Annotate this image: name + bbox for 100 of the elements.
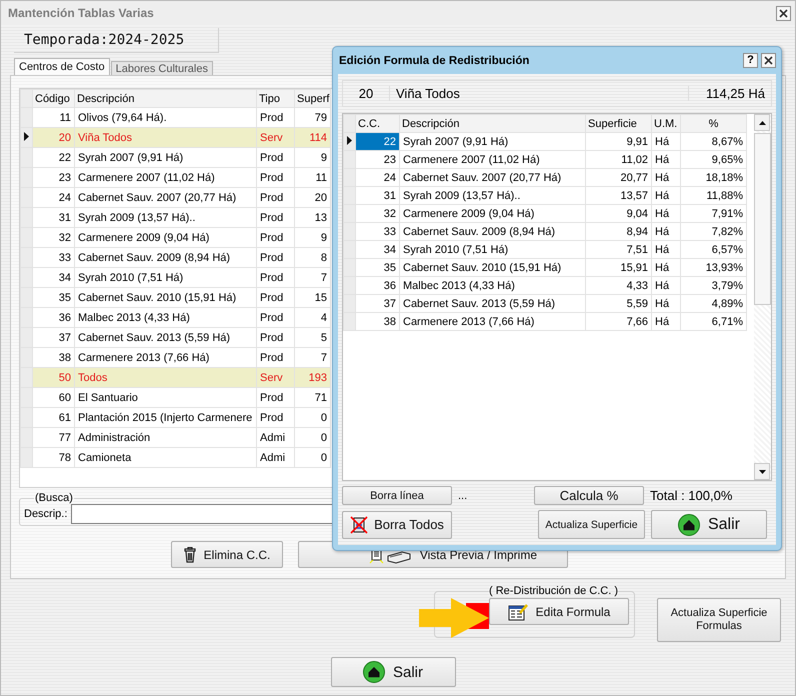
scroll-thumb[interactable] — [754, 133, 771, 305]
close-button[interactable] — [761, 53, 776, 68]
field-label: Descrip.: — [24, 508, 68, 520]
table-cell: Syrah 2007 (9,91 Há) — [74, 148, 256, 168]
column-header[interactable]: Código — [32, 90, 74, 108]
table-cell: 0 — [294, 448, 330, 468]
column-header[interactable]: U.M. — [652, 114, 680, 132]
table-cell: 38 — [356, 312, 400, 330]
table-cell: 23 — [356, 150, 400, 168]
column-header[interactable]: Superficie — [586, 114, 652, 132]
delete-button[interactable]: Elimina C.C. — [171, 541, 283, 568]
down-arrow-icon — [758, 470, 766, 474]
table-cell: 36 — [32, 308, 74, 328]
close-button[interactable] — [776, 6, 791, 20]
help-button[interactable]: ? — [743, 53, 758, 68]
table-row[interactable]: 34 Syrah 2010 (7,51 Há) Prod 7 — [20, 268, 330, 288]
table-cell: 7,82% — [680, 222, 746, 240]
table-row[interactable]: 77 Administración Admi 0 — [20, 428, 330, 448]
table-cell: Plantación 2015 (Injerto Carmenere — [74, 408, 256, 428]
exit-button[interactable]: Salir — [330, 657, 456, 687]
delete-line-button[interactable]: Borra línea — [342, 486, 452, 505]
delete-all-button[interactable]: Borra Todos — [342, 510, 452, 538]
table-cell: 9,65% — [680, 150, 746, 168]
table-row[interactable]: 11 Olivos (79,64 Há). Prod 79 — [20, 108, 330, 128]
table-cell: Prod — [256, 328, 294, 348]
table-cell: 79 — [294, 108, 330, 128]
table-cell: 3,79% — [680, 276, 746, 294]
table-cell: Cabernet Sauv. 2010 (15,91 Há) — [400, 258, 586, 276]
column-header[interactable]: % — [680, 114, 746, 132]
table-cell: Cabernet Sauv. 2013 (5,59 Há) — [400, 294, 586, 312]
update-area-button[interactable]: Actualiza Superficie — [538, 510, 645, 539]
table-cell: Admi — [256, 428, 294, 448]
table-cell: Carmenere 2013 (7,66 Há) — [400, 312, 586, 330]
row-header[interactable] — [20, 128, 32, 148]
table-cell: Malbec 2013 (4,33 Há) — [74, 308, 256, 328]
table-cell: Administración — [74, 428, 256, 448]
table-row[interactable]: 20 Viña Todos Serv 114 — [20, 128, 330, 148]
table-row[interactable]: 78 Camioneta Admi 0 — [20, 448, 330, 468]
scroll-up-button[interactable] — [754, 114, 770, 131]
table-cell: 114 — [294, 128, 330, 148]
table-cell: 18,18% — [680, 168, 746, 186]
edit-formula-button[interactable]: Edita Formula — [489, 598, 629, 625]
tab[interactable]: Labores Culturales — [110, 61, 213, 75]
table-cell: 50 — [32, 368, 74, 388]
group-title: (Busca) — [34, 492, 74, 504]
column-header[interactable]: Tipo — [256, 90, 294, 108]
table-cell: Há — [652, 294, 680, 312]
row-pointer-icon — [347, 136, 352, 144]
table-row[interactable]: 22 Syrah 2007 (9,91 Há) Prod 9 — [20, 148, 330, 168]
table-cell: 38 — [32, 348, 74, 368]
table-cell: Há — [652, 132, 680, 150]
table-cell: 15 — [294, 288, 330, 308]
table-cell: Há — [652, 258, 680, 276]
calculate-button[interactable]: Calcula % — [534, 486, 644, 505]
table-cell: 9,04 — [586, 204, 652, 222]
column-header[interactable]: Descripción — [400, 114, 586, 132]
table-cell: Serv — [256, 368, 294, 388]
scroll-down-button[interactable] — [754, 463, 770, 480]
column-header[interactable]: C.C. — [356, 114, 400, 132]
table-cell: Prod — [256, 168, 294, 188]
table-row[interactable]: 36 Malbec 2013 (4,33 Há) Prod 4 — [20, 308, 330, 328]
pointer-arrow-drawing — [419, 598, 490, 638]
table-cell: Cabernet Sauv. 2013 (5,59 Há) — [74, 328, 256, 348]
table-cell: 7,66 — [586, 312, 652, 330]
table-row[interactable]: 60 El Santuario Prod 71 — [20, 388, 330, 408]
table-row[interactable]: 61 Plantación 2015 (Injerto Carmenere Prod 0 — [20, 408, 330, 428]
table-row[interactable]: 37 Cabernet Sauv. 2013 (5,59 Há) Prod 5 — [20, 328, 330, 348]
table-cell: 22 — [32, 148, 74, 168]
scrollbar[interactable] — [754, 114, 771, 480]
table-cell: 6,71% — [680, 312, 746, 330]
table-cell: 15,91 — [586, 258, 652, 276]
table-cell: Olivos (79,64 Há). — [74, 108, 256, 128]
table-cell: 23 — [32, 168, 74, 188]
table-cell: 8,94 — [586, 222, 652, 240]
table-row[interactable]: 38 Carmenere 2013 (7,66 Há) Prod 7 — [20, 348, 330, 368]
table-row[interactable]: 33 Cabernet Sauv. 2009 (8,94 Há) Prod 8 — [20, 248, 330, 268]
column-header[interactable]: Superf — [294, 90, 330, 108]
row-pointer-icon — [24, 132, 29, 140]
table-row[interactable]: 23 Carmenere 2007 (11,02 Há) Prod 11 — [20, 168, 330, 188]
table-row[interactable]: 24 Cabernet Sauv. 2007 (20,77 Há) Prod 20 — [20, 188, 330, 208]
table-cell: Prod — [256, 188, 294, 208]
home-icon — [362, 661, 385, 683]
table-cell: 7 — [294, 268, 330, 288]
table-cell: Prod — [256, 408, 294, 428]
table-cell: Serv — [256, 128, 294, 148]
column-header[interactable]: Descripción — [74, 90, 256, 108]
tab[interactable]: Centros de Costo — [14, 58, 110, 75]
table-cell: 8,67% — [680, 132, 746, 150]
table-row[interactable]: 50 Todos Serv 193 — [20, 368, 330, 388]
table-cell: Viña Todos — [74, 128, 256, 148]
update-formulas-button[interactable]: Actualiza Superficie Formulas — [657, 598, 781, 642]
row-header[interactable] — [344, 132, 356, 150]
table-cell: 11,88% — [680, 186, 746, 204]
table-cell: Há — [652, 312, 680, 330]
table-cell: 35 — [356, 258, 400, 276]
table-row[interactable]: 32 Carmenere 2009 (9,04 Há) Prod 9 — [20, 228, 330, 248]
table-row[interactable]: 31 Syrah 2009 (13,57 Há).. Prod 13 — [20, 208, 330, 228]
exit-button[interactable]: Salir — [651, 510, 767, 539]
home-icon — [678, 514, 700, 536]
table-row[interactable]: 35 Cabernet Sauv. 2010 (15,91 Há) Prod 15 — [20, 288, 330, 308]
